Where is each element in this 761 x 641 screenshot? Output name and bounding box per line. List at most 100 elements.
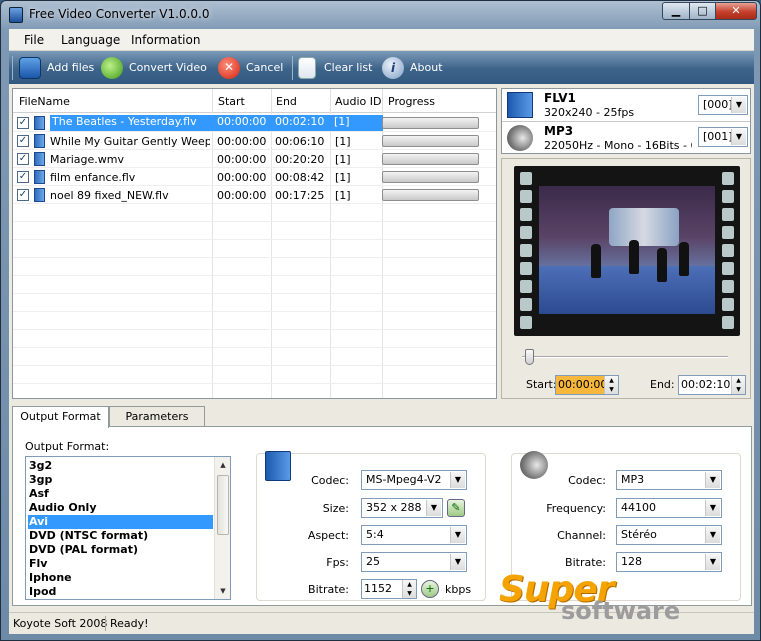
progress-bar: [382, 171, 479, 183]
audio-codec-select[interactable]: MP3 ▼: [616, 470, 722, 490]
end-time-stepper[interactable]: 00:02:10 ▲ ▼: [678, 375, 746, 395]
scroll-up-icon[interactable]: ▲: [215, 457, 230, 473]
row-checkbox[interactable]: ✓: [17, 171, 29, 183]
channel-label: Channel:: [557, 529, 606, 542]
size-select[interactable]: 352 x 288 ▼: [361, 498, 443, 518]
film-perforation: [722, 280, 734, 293]
row-checkbox[interactable]: ✓: [17, 135, 29, 147]
grid-line: [13, 203, 496, 204]
stage-sign: [609, 208, 679, 246]
film-perforation: [520, 226, 532, 239]
cancel-button[interactable]: ✕ Cancel: [218, 56, 288, 80]
film-perforation: [722, 172, 734, 185]
cell-start: 00:00:00: [214, 115, 272, 131]
add-files-button[interactable]: Add files: [19, 56, 94, 80]
progress-bar: [382, 135, 479, 147]
title-bar[interactable]: Free Video Converter V1.0.0.0 ▁ □ ✕: [1, 1, 760, 29]
figure: [629, 240, 639, 274]
scroll-thumb[interactable]: [217, 475, 229, 535]
col-divider[interactable]: [330, 89, 331, 113]
col-filename[interactable]: FileName: [19, 95, 70, 108]
grid-line: [13, 329, 496, 330]
scroll-down-icon[interactable]: ▼: [215, 583, 230, 599]
video-bitrate-stepper[interactable]: 1152 ▲ ▼: [361, 579, 417, 599]
list-item[interactable]: DVD (PAL format): [28, 543, 213, 557]
maximize-button[interactable]: □: [689, 2, 716, 20]
frequency-select[interactable]: 44100 ▼: [616, 498, 722, 518]
row-checkbox[interactable]: ✓: [17, 153, 29, 165]
row-checkbox[interactable]: ✓: [17, 117, 29, 129]
stepper-arrows-icon[interactable]: ▲ ▼: [604, 376, 618, 394]
clear-list-icon: [298, 57, 316, 79]
list-item[interactable]: Audio Only: [28, 501, 213, 515]
list-item[interactable]: Iphone: [28, 571, 213, 585]
list-item[interactable]: DVD (NTSC format): [28, 529, 213, 543]
film-perforation: [722, 190, 734, 203]
menu-file[interactable]: File: [24, 33, 44, 47]
col-divider[interactable]: [212, 89, 213, 113]
about-button[interactable]: i About: [382, 56, 452, 80]
tab-parameters[interactable]: Parameters: [109, 406, 205, 427]
list-item[interactable]: Asf: [28, 487, 213, 501]
figure: [657, 248, 667, 282]
chevron-down-icon: ▼: [731, 129, 746, 145]
audio-codec: MP3: [544, 124, 574, 138]
list-item[interactable]: 3g2: [28, 459, 213, 473]
table-row[interactable]: ✓ noel 89 fixed_NEW.flv 00:00:00 00:17:25 [1…: [13, 186, 496, 204]
list-item[interactable]: Flv: [28, 557, 213, 571]
row-checkbox[interactable]: ✓: [17, 189, 29, 201]
list-item[interactable]: 3gp: [28, 473, 213, 487]
film-perforation: [520, 244, 532, 257]
app-window: Free Video Converter V1.0.0.0 ▁ □ ✕ File…: [0, 0, 761, 641]
col-divider[interactable]: [271, 89, 272, 113]
col-divider[interactable]: [382, 89, 383, 113]
start-time-stepper[interactable]: 00:00:00 ▲ ▼: [555, 375, 619, 395]
col-progress[interactable]: Progress: [388, 95, 435, 108]
cell-end: 00:20:20: [275, 153, 325, 166]
close-button[interactable]: ✕: [715, 2, 757, 20]
table-row[interactable]: ✓ While My Guitar Gently Weeps.... 00:00:0…: [13, 132, 496, 150]
video-codec: FLV1: [544, 91, 576, 105]
chevron-down-icon: ▼: [705, 554, 720, 570]
col-start[interactable]: Start: [218, 95, 245, 108]
aspect-select[interactable]: 5:4 ▼: [361, 525, 467, 545]
edit-size-icon[interactable]: ✎: [447, 499, 465, 517]
file-list[interactable]: FileName Start End Audio ID Progress ✓ Th…: [12, 88, 497, 399]
grid-line: [13, 149, 496, 150]
seek-slider-thumb[interactable]: [525, 349, 534, 365]
stepper-arrows-icon[interactable]: ▲ ▼: [402, 580, 416, 598]
menu-information[interactable]: Information: [131, 33, 200, 47]
grid-line: [13, 275, 496, 276]
table-row[interactable]: ✓ film enfance.flv 00:00:00 00:08:42 [1]: [13, 168, 496, 186]
status-text: Ready!: [110, 617, 149, 630]
audio-stream-select[interactable]: [001] ▼: [698, 127, 748, 147]
toolbar-separator: [292, 56, 293, 80]
table-row[interactable]: ✓ Mariage.wmv 00:00:00 00:20:20 [1]: [13, 150, 496, 168]
list-item[interactable]: Ipod: [28, 585, 213, 599]
stepper-arrows-icon[interactable]: ▲ ▼: [731, 376, 745, 394]
chevron-down-icon: ▼: [450, 527, 465, 543]
minimize-button[interactable]: ▁: [662, 2, 690, 20]
tab-output-format[interactable]: Output Format: [12, 406, 109, 428]
channel-select[interactable]: Stéréo ▼: [616, 525, 722, 545]
chevron-down-icon: ▼: [426, 500, 441, 516]
audio-codec-label: Codec:: [568, 474, 606, 487]
cell-end: 00:06:10: [275, 135, 325, 148]
col-audio-id[interactable]: Audio ID: [335, 95, 381, 108]
output-format-list[interactable]: 3g2 3gp Asf Audio Only Avi DVD (NTSC format) D…: [25, 456, 231, 600]
list-item[interactable]: Avi: [28, 515, 213, 529]
add-icon[interactable]: +: [421, 580, 439, 598]
menu-language[interactable]: Language: [61, 33, 120, 47]
col-end[interactable]: End: [276, 95, 297, 108]
video-codec-select[interactable]: MS-Mpeg4-V2 ▼: [361, 470, 467, 490]
progress-bar: [382, 117, 479, 129]
table-row[interactable]: ✓ The Beatles - Yesterday.flv 00:00:00 00:0…: [13, 114, 496, 132]
cancel-icon: ✕: [218, 57, 240, 79]
format-scrollbar[interactable]: ▲ ▼: [214, 457, 230, 599]
clear-list-button[interactable]: Clear list: [296, 56, 376, 80]
fps-select[interactable]: 25 ▼: [361, 552, 467, 572]
seek-slider-track[interactable]: [522, 356, 728, 358]
video-stream-select[interactable]: [000] ▼: [698, 95, 748, 115]
grid-line: [13, 347, 496, 348]
convert-video-button[interactable]: Convert Video: [101, 56, 211, 80]
